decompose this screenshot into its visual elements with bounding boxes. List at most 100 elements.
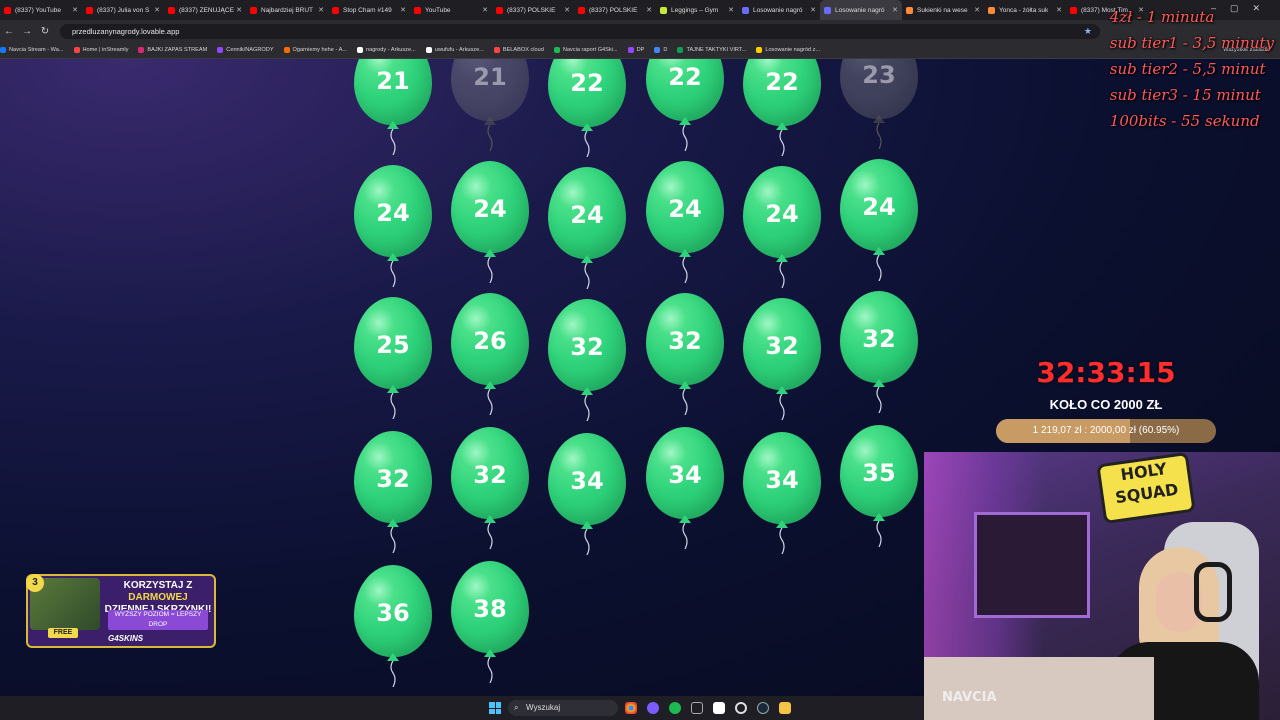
bookmark-item[interactable]: uwufufu - Arkusze... (425, 47, 484, 53)
balloon[interactable]: 24 (451, 161, 529, 283)
balloon[interactable]: 24 (646, 161, 724, 283)
balloon-string (390, 261, 396, 287)
browser-tab[interactable]: Losowanie nagró ✕ (738, 0, 820, 20)
browser-tab[interactable]: Najbardziej BRUT ✕ (246, 0, 328, 20)
tab-close-icon[interactable]: ✕ (1056, 6, 1062, 14)
bookmark-item[interactable]: DP (627, 47, 645, 53)
back-icon[interactable]: ← (0, 26, 18, 37)
browser-tab[interactable]: (8337) ŻENUJĄCE ✕ (164, 0, 246, 20)
bookmark-star-icon[interactable]: ★ (1084, 26, 1092, 37)
folder-icon[interactable] (779, 702, 791, 714)
tab-close-icon[interactable]: ✕ (646, 6, 652, 14)
browser-tab[interactable]: (8337) YouTube ✕ (0, 0, 82, 20)
tab-close-icon[interactable]: ✕ (974, 6, 980, 14)
balloon[interactable]: 22 (743, 59, 821, 156)
balloon-number: 38 (473, 595, 507, 623)
url-field[interactable]: przedluzanynagrody.lovable.app ★ (60, 23, 1100, 39)
tab-close-icon[interactable]: ✕ (72, 6, 78, 14)
tab-close-icon[interactable]: ✕ (154, 6, 160, 14)
balloon[interactable]: 34 (646, 427, 724, 549)
balloon[interactable]: 24 (354, 165, 432, 287)
balloon[interactable]: 22 (646, 59, 724, 151)
bookmark-label: BELABOX cloud (502, 47, 544, 53)
balloon-knot (387, 253, 399, 261)
balloon-number: 24 (473, 195, 507, 223)
balloon[interactable]: 36 (354, 565, 432, 687)
tab-close-icon[interactable]: ✕ (318, 6, 324, 14)
app-icon[interactable] (691, 702, 703, 714)
browser-tab[interactable]: (8337) POLSKIE ✕ (574, 0, 656, 20)
balloon-knot (484, 515, 496, 523)
balloon[interactable]: 32 (354, 431, 432, 553)
bookmark-favicon-icon (756, 47, 763, 53)
bookmark-item[interactable]: BELABOX cloud (493, 47, 544, 53)
tab-favicon-icon (332, 6, 339, 14)
tab-close-icon[interactable]: ✕ (564, 6, 570, 14)
tab-favicon-icon (414, 6, 421, 14)
balloon[interactable]: 32 (646, 293, 724, 415)
browser-icon[interactable] (647, 702, 659, 714)
bookmark-label: DP (636, 47, 645, 53)
balloon-string (487, 523, 493, 549)
bookmark-item[interactable]: BAJKI ZAPAS STREAM (138, 47, 207, 53)
bookmark-item[interactable]: D (654, 47, 667, 53)
balloon[interactable]: 35 (840, 425, 918, 547)
browser-tab[interactable]: Losowanie nagró ✕ (820, 0, 902, 20)
bookmark-item[interactable]: TAJNE TAKTYKI VIRT... (677, 47, 746, 53)
tab-close-icon[interactable]: ✕ (482, 6, 488, 14)
bookmark-item[interactable]: Navcia Stream - Wa... (0, 47, 64, 53)
tab-close-icon[interactable]: ✕ (892, 6, 898, 14)
balloon[interactable]: 24 (840, 159, 918, 281)
notion-icon[interactable] (713, 702, 725, 714)
bookmark-item[interactable]: nagrody - Arkusze... (356, 47, 416, 53)
forward-icon[interactable]: → (18, 26, 36, 37)
tab-favicon-icon (250, 6, 257, 14)
browser-tab[interactable]: YouTube ✕ (410, 0, 492, 20)
browser-tab[interactable]: (8337) POLSKIE ✕ (492, 0, 574, 20)
tab-close-icon[interactable]: ✕ (236, 6, 242, 14)
balloon[interactable]: 38 (451, 561, 529, 683)
tab-label: YouTube (425, 6, 451, 14)
balloon[interactable]: 24 (743, 166, 821, 288)
balloon[interactable]: 26 (451, 293, 529, 415)
balloon-number: 23 (862, 61, 896, 89)
browser-tab[interactable]: Stop Cham #149 ✕ (328, 0, 410, 20)
balloon[interactable]: 32 (840, 291, 918, 413)
chrome-icon[interactable] (625, 702, 637, 714)
balloon[interactable]: 34 (743, 432, 821, 554)
steam-icon[interactable] (757, 702, 769, 714)
tab-close-icon[interactable]: ✕ (810, 6, 816, 14)
browser-tab[interactable]: Yonca - żółta suk ✕ (984, 0, 1066, 20)
shelf (974, 512, 1090, 618)
bookmark-item[interactable]: Ogarniemy hehe - A... (283, 47, 347, 53)
rate-line: 100bits - 55 sekund (1109, 112, 1260, 130)
bookmark-item[interactable]: Navcia raport G4Ski... (553, 47, 618, 53)
balloon-string (876, 387, 882, 413)
balloon[interactable]: 32 (548, 299, 626, 421)
tab-favicon-icon (660, 6, 667, 14)
bookmark-label: BAJKI ZAPAS STREAM (147, 47, 208, 53)
balloon-number: 32 (570, 333, 604, 361)
balloon[interactable]: 25 (354, 297, 432, 419)
taskbar-search[interactable]: ⌕ Wyszukaj (508, 700, 618, 716)
reload-icon[interactable]: ↻ (36, 26, 54, 37)
obs-icon[interactable] (735, 702, 747, 714)
balloon[interactable]: 34 (548, 433, 626, 555)
tab-close-icon[interactable]: ✕ (728, 6, 734, 14)
balloon[interactable]: 21 (354, 59, 432, 155)
bookmark-item[interactable]: Home | inStreamly (73, 47, 128, 53)
browser-tab[interactable]: Leggings – Gym ✕ (656, 0, 738, 20)
tab-label: Sukienki na wese (917, 6, 968, 14)
bookmark-item[interactable]: Cennik/NAGRODY (217, 47, 274, 53)
balloon[interactable]: 32 (743, 298, 821, 420)
tab-close-icon[interactable]: ✕ (400, 6, 406, 14)
balloon[interactable]: 24 (548, 167, 626, 289)
bookmark-item[interactable]: Losowanie nagród z... (756, 47, 820, 53)
balloon[interactable]: 32 (451, 427, 529, 549)
windows-start-icon[interactable] (489, 702, 501, 714)
bookmark-label: Losowanie nagród z... (765, 47, 821, 53)
spotify-icon[interactable] (669, 702, 681, 714)
balloon[interactable]: 22 (548, 59, 626, 157)
browser-tab[interactable]: (8337) Julia von S ✕ (82, 0, 164, 20)
browser-tab[interactable]: Sukienki na wese ✕ (902, 0, 984, 20)
